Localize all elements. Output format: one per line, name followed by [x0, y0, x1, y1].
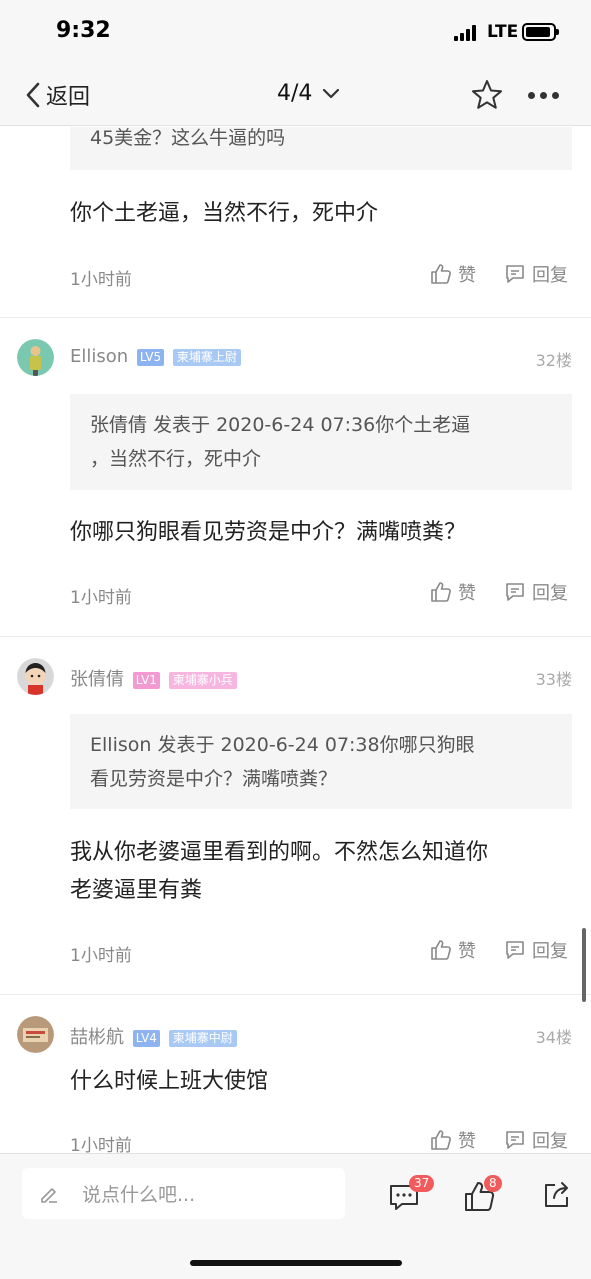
comment-header: Ellison LV5 柬埔寨上尉 32楼 — [0, 339, 591, 379]
share-icon — [545, 1182, 568, 1207]
comment-header: 张倩倩 LV1 柬埔寨小兵 33楼 — [0, 658, 591, 698]
username[interactable]: 喆彬航 — [70, 1027, 124, 1048]
reply-label: 回复 — [532, 583, 568, 604]
comment-meta: 1小时前 赞 回复 — [70, 579, 572, 609]
divider — [0, 317, 591, 318]
signal-icon — [454, 25, 480, 41]
title-badge: 柬埔寨上尉 — [172, 348, 241, 366]
thumbs-up-icon — [431, 582, 451, 602]
comment-meta: 1小时前 赞 回复 — [70, 1127, 572, 1153]
comment-text-line: 老婆逼里有粪 — [70, 878, 203, 903]
share-button[interactable] — [542, 1180, 576, 1214]
comment-header: 喆彬航 LV4 柬埔寨中尉 34楼 — [0, 1016, 591, 1056]
thumbs-up-icon — [431, 264, 451, 284]
reply-button[interactable]: 回复 — [504, 1127, 568, 1153]
reply-label: 回复 — [532, 941, 568, 962]
like-label: 赞 — [458, 265, 476, 286]
like-label: 赞 — [458, 583, 476, 604]
quote-box: Ellison 发表于 2020-6-24 07:38你哪只狗眼 看见劳资是中介… — [70, 714, 572, 809]
back-button[interactable]: 返回 — [24, 78, 90, 112]
level-badge: LV1 — [132, 671, 160, 689]
reply-button[interactable]: 回复 — [504, 579, 568, 605]
reply-button[interactable]: 回复 — [504, 261, 568, 287]
comment-text: 你哪只狗眼看见劳资是中介？满嘴喷粪？ — [70, 520, 467, 545]
divider — [0, 994, 591, 995]
like-label: 赞 — [458, 1131, 476, 1152]
bottom-bar: 说点什么吧... 37 8 — [0, 1153, 591, 1279]
username-row: 喆彬航 LV4 柬埔寨中尉 — [70, 1023, 237, 1049]
floor-number: 32楼 — [535, 351, 572, 370]
level-badge: LV4 — [132, 1029, 160, 1047]
floor-number: 33楼 — [535, 670, 572, 689]
back-label: 返回 — [46, 85, 91, 110]
comment-icon — [506, 265, 524, 283]
quote-text: 45美金？这么牛逼的吗 — [90, 127, 286, 149]
username-row: 张倩倩 LV1 柬埔寨小兵 — [70, 665, 237, 691]
comment-text: 我从你老婆逼里看到的啊。不然怎么知道你 老婆逼里有粪 — [70, 834, 570, 910]
page-indicator: 4/4 — [277, 81, 313, 106]
like-button[interactable]: 赞 — [430, 1127, 476, 1153]
quote-text: ，当然不行，死中介 — [90, 448, 262, 470]
status-time: 9:32 — [56, 18, 111, 43]
status-bar: 9:32 LTE — [0, 0, 591, 64]
comment-text: 你个土老逼，当然不行，死中介 — [70, 201, 379, 226]
comment-text-line: 我从你老婆逼里看到的啊。不然怎么知道你 — [70, 840, 489, 865]
avatar[interactable] — [17, 339, 54, 376]
quote-box: 张倩倩 发表于 2020-6-24 07:36你个土老逼 ，当然不行，死中介 — [70, 394, 572, 490]
home-indicator — [190, 1260, 402, 1266]
quote-box: 45美金？这么牛逼的吗 — [70, 127, 572, 170]
comments-button[interactable]: 37 — [388, 1175, 435, 1214]
comment-time: 1小时前 — [70, 270, 132, 290]
floor-number: 34楼 — [535, 1028, 572, 1047]
avatar[interactable] — [17, 658, 54, 695]
like-count-badge: 8 — [484, 1175, 502, 1192]
avatar[interactable] — [17, 1016, 54, 1053]
comment-icon — [506, 1131, 524, 1149]
input-placeholder: 说点什么吧... — [82, 1184, 196, 1206]
quote-text: 看见劳资是中介？满嘴喷粪？ — [90, 768, 338, 790]
comment-count-badge: 37 — [409, 1175, 435, 1192]
pencil-icon — [41, 1187, 57, 1203]
comment-time: 1小时前 — [70, 588, 132, 608]
comment-icon — [506, 941, 524, 959]
battery-icon — [522, 23, 559, 41]
chevron-left-icon — [26, 82, 40, 108]
like-button[interactable]: 赞 — [430, 937, 476, 963]
like-button[interactable]: 赞 — [430, 261, 476, 287]
network-type: LTE — [487, 22, 519, 42]
title-badge: 柬埔寨中尉 — [168, 1029, 237, 1047]
more-icon[interactable] — [528, 92, 559, 99]
like-button[interactable]: 赞 — [430, 579, 476, 605]
star-icon[interactable] — [470, 78, 504, 112]
comment-meta: 1小时前 赞 回复 — [70, 261, 572, 291]
comment-input[interactable]: 说点什么吧... — [22, 1168, 345, 1219]
title-badge: 柬埔寨小兵 — [168, 671, 237, 689]
comment-meta: 1小时前 赞 回复 — [70, 937, 572, 967]
page-selector[interactable]: 4/4 — [277, 81, 340, 106]
thumbs-up-icon — [431, 940, 451, 960]
comment-time: 1小时前 — [70, 946, 132, 966]
comment-list: 45美金？这么牛逼的吗 你个土老逼，当然不行，死中介 1小时前 赞 回复 Ell… — [0, 127, 591, 1153]
thumbs-up-icon — [431, 1130, 451, 1150]
quote-text: Ellison 发表于 2020-6-24 07:38你哪只狗眼 — [90, 734, 475, 756]
username[interactable]: 张倩倩 — [70, 669, 124, 690]
comment-time: 1小时前 — [70, 1136, 132, 1153]
like-post-button[interactable]: 8 — [463, 1175, 502, 1214]
nav-bar: 返回 4/4 — [0, 64, 591, 126]
comment-icon — [506, 583, 524, 601]
level-badge: LV5 — [136, 348, 165, 366]
divider — [0, 636, 591, 637]
reply-button[interactable]: 回复 — [504, 937, 568, 963]
like-label: 赞 — [458, 941, 476, 962]
username-row: Ellison LV5 柬埔寨上尉 — [70, 346, 241, 367]
reply-label: 回复 — [532, 265, 568, 286]
quote-text: 张倩倩 发表于 2020-6-24 07:36你个土老逼 — [90, 414, 471, 436]
reply-label: 回复 — [532, 1131, 568, 1152]
scrollbar[interactable] — [582, 928, 586, 1002]
chevron-down-icon — [323, 88, 340, 98]
comment-text: 什么时候上班大使馆 — [70, 1069, 269, 1094]
username[interactable]: Ellison — [70, 346, 128, 367]
